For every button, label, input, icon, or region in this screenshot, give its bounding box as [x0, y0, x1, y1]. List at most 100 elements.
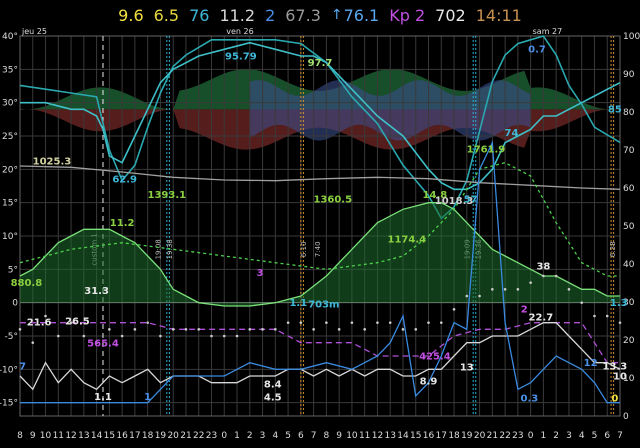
value-label: 1393.1 — [148, 190, 187, 201]
x-tick-label: 9 — [336, 431, 342, 441]
value-label: 13 — [460, 363, 474, 374]
x-tick-label: 13 — [384, 431, 395, 441]
y-right-tick-label: 80 — [623, 108, 635, 118]
x-tick-label: 22 — [193, 431, 204, 441]
x-tick-label: 1 — [541, 431, 547, 441]
wind-gust-dot — [503, 288, 507, 291]
wind-gust-dot — [18, 328, 22, 331]
value-label: 26.5 — [65, 317, 90, 328]
wind-gust-dot — [146, 321, 149, 324]
value-label: 97.7 — [308, 58, 333, 69]
wind-gust-dot — [350, 321, 354, 324]
y-left-tick-label: 15° — [2, 199, 18, 209]
wind-gust-dot — [388, 321, 392, 324]
wind-gust-dot — [325, 321, 328, 324]
y-left-tick-label: 20° — [2, 165, 18, 175]
value-label: 22.7 — [529, 313, 554, 324]
wind-gust-dot — [171, 328, 175, 331]
wind-gust-dot — [248, 328, 252, 331]
event-time-label: 6:10 — [300, 241, 308, 257]
value-label: 3 — [257, 268, 264, 279]
wind-gust-dot — [363, 328, 366, 331]
y-right-tick-label: 90 — [623, 70, 635, 80]
meteogram-chart: 40°35°30°25°20°15°10°5°0-5°-10°-15°10090… — [0, 27, 640, 441]
day-label: jeu 25 — [21, 27, 47, 36]
y-left-tick-label: 30° — [2, 99, 18, 109]
x-tick-label: 20 — [474, 431, 486, 441]
value-label: 565.4 — [87, 339, 119, 350]
y-left-tick-label: -10° — [0, 365, 18, 375]
x-tick-label: 7 — [311, 431, 317, 441]
x-tick-label: 6 — [604, 431, 610, 441]
x-tick-label: 5 — [285, 431, 291, 441]
y-right-tick-label: 60 — [623, 184, 635, 194]
y-right-tick-label: 20 — [623, 336, 635, 346]
x-tick-label: 11 — [53, 431, 64, 441]
x-tick-label: 19 — [461, 431, 473, 441]
event-time-label: 19:08 — [154, 239, 162, 259]
value-label: 95.79 — [225, 51, 257, 62]
x-tick-label: 23 — [512, 431, 523, 441]
x-tick-label: 2 — [553, 431, 559, 441]
value-label: 0 — [611, 393, 618, 404]
wind-gust-dot — [337, 328, 341, 331]
x-tick-label: 8 — [324, 431, 330, 441]
y-left-tick-label: 35° — [2, 65, 18, 75]
wind-gust-dot — [184, 328, 188, 331]
y-left-tick-label: 10° — [2, 232, 18, 242]
value-label: 1.1 — [94, 392, 112, 403]
y-right-tick-label: 50 — [623, 222, 635, 232]
value-label: 1174.4 — [388, 235, 427, 246]
y-right-tick-label: 70 — [623, 146, 635, 156]
value-label: 8.9 — [420, 377, 438, 388]
x-tick-label: 15 — [104, 431, 115, 441]
y-left-tick-label: -5° — [5, 332, 18, 342]
wind-gust-dot — [465, 294, 469, 298]
value-label: 703m — [308, 299, 339, 310]
value-label: 880.8 — [11, 278, 43, 289]
value-label: 4.5 — [264, 393, 282, 404]
x-tick-label: 4 — [272, 431, 278, 441]
x-tick-label: 12 — [65, 431, 76, 441]
wind-gust-dot — [376, 321, 379, 324]
x-tick-label: 19 — [155, 431, 167, 441]
value-label: 2 — [521, 305, 528, 316]
wind-gust-dot — [580, 301, 584, 304]
x-tick-label: 21 — [180, 431, 191, 441]
wind-gust-dot — [529, 281, 532, 284]
y-left-tick-label: 40° — [2, 32, 18, 42]
wind-gust-dot — [261, 328, 264, 331]
value-label: 1025.3 — [33, 157, 72, 168]
weather-meteogram: 9.6 6.5 76 11.2 2 67.3 ↑ 76.1 Kp 2 702 14:11 40° 35… — [0, 0, 640, 448]
wind-gust-dot — [197, 328, 201, 331]
day-label: sam 27 — [533, 27, 563, 36]
x-tick-label: 3 — [566, 431, 572, 441]
x-tick-label: 17 — [129, 431, 140, 441]
wind-gust-dot — [133, 328, 137, 331]
x-tick-label: 18 — [448, 431, 460, 441]
wind-gust-dot — [554, 274, 558, 278]
wind-gust-dot — [516, 288, 520, 291]
value-label: 1.1 — [289, 298, 307, 309]
wind-gust-dot — [542, 274, 545, 278]
value-label: 38 — [536, 261, 550, 272]
value-label: 8.4 — [264, 379, 282, 390]
x-tick-label: 14 — [91, 431, 103, 441]
y-right-tick-label: 100 — [623, 32, 640, 42]
x-tick-label: 18 — [142, 431, 154, 441]
value-label: 425.4 — [419, 351, 451, 362]
value-label: 74 — [505, 128, 519, 139]
x-tick-label: 8 — [17, 431, 23, 441]
wind-gust-dot — [567, 288, 571, 291]
x-tick-label: 10 — [346, 431, 358, 441]
wind-gust-dot — [414, 328, 418, 331]
x-tick-label: 23 — [206, 431, 217, 441]
y-left-tick-label: 0 — [12, 299, 18, 309]
value-label: 1 — [144, 392, 151, 403]
x-tick-label: 0 — [528, 431, 534, 441]
value-label: 10 — [613, 371, 627, 382]
y-right-tick-label: 0 — [623, 412, 629, 422]
value-label: 1360.5 — [313, 195, 352, 206]
x-tick-label: 21 — [487, 431, 498, 441]
x-tick-label: 16 — [423, 431, 435, 441]
